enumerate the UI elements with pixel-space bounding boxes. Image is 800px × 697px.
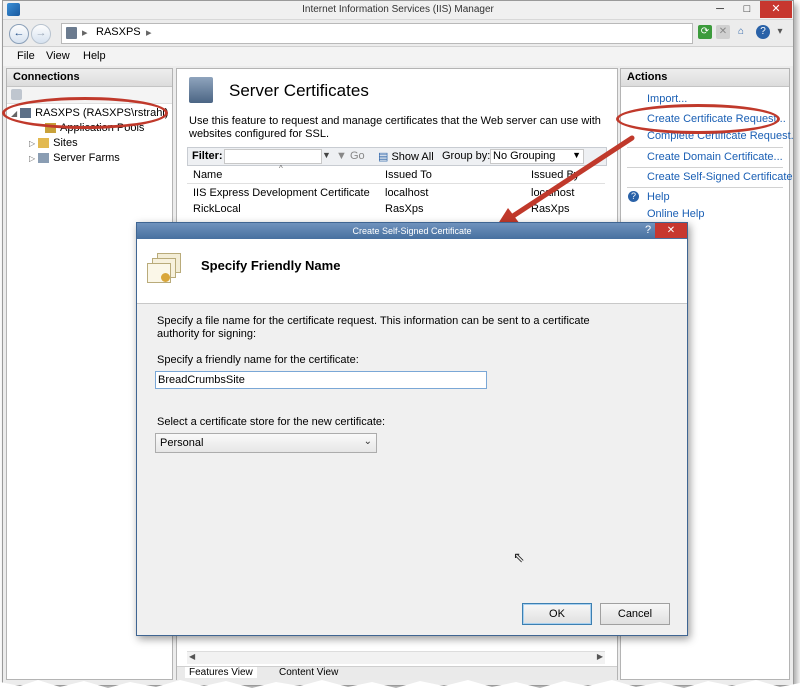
certificate-store-value: Personal bbox=[160, 437, 204, 449]
cancel-button[interactable]: Cancel bbox=[600, 603, 670, 625]
dialog-close-button[interactable]: ✕ bbox=[655, 223, 687, 238]
certificate-icon bbox=[147, 253, 181, 283]
dialog-header: Specify Friendly Name bbox=[137, 239, 687, 304]
dialog-description: Specify a file name for the certificate … bbox=[157, 315, 590, 340]
mouse-cursor-icon: ⇖ bbox=[513, 549, 525, 565]
dialog-title: Create Self-Signed Certificate bbox=[352, 226, 472, 236]
friendly-name-label: Specify a friendly name for the certific… bbox=[157, 354, 359, 366]
dialog-help-button[interactable]: ? bbox=[645, 224, 651, 236]
certificate-store-label: Select a certificate store for the new c… bbox=[157, 416, 386, 428]
certificate-store-select[interactable]: Personal ⌄ bbox=[155, 433, 377, 453]
create-self-signed-certificate-dialog: Create Self-Signed Certificate ? ✕ Speci… bbox=[136, 222, 688, 636]
chevron-down-icon: ⌄ bbox=[363, 436, 372, 447]
dialog-heading: Specify Friendly Name bbox=[201, 258, 341, 273]
ok-button[interactable]: OK bbox=[522, 603, 592, 625]
friendly-name-input[interactable] bbox=[155, 371, 487, 389]
dialog-title-bar: Create Self-Signed Certificate ? ✕ bbox=[137, 223, 687, 239]
torn-edge bbox=[0, 680, 800, 697]
